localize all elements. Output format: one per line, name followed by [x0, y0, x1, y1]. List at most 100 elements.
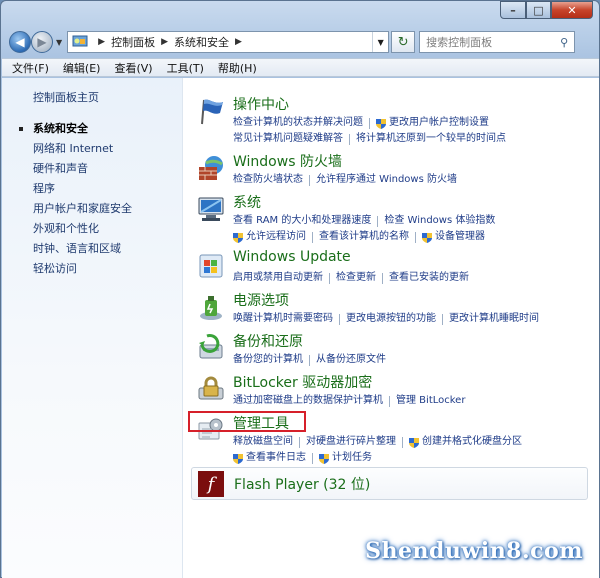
control-panel-icon	[72, 35, 88, 47]
link-sleep-time[interactable]: 更改计算机睡眠时间	[449, 311, 539, 327]
nav-item-hardware-sound[interactable]: 硬件和声音	[33, 159, 132, 179]
link-protect-data[interactable]: 通过加密磁盘上的数据保护计算机	[233, 393, 383, 409]
category-title[interactable]: 电源选项	[233, 290, 289, 310]
search-input[interactable]: 搜索控制面板 ⚲	[419, 31, 576, 53]
left-navigation-pane: 控制面板主页 系统和安全 网络和 Internet 硬件和声音 程序 用户帐户和…	[2, 78, 183, 578]
navigation-bar: ◀ ▶ ▼ ▶ 控制面板 ▶ 系统和安全 ▶ ▼ ↻ 搜索控制面板 ⚲	[7, 29, 595, 55]
link-partition[interactable]: 创建并格式化硬盘分区	[422, 434, 522, 450]
menu-tools[interactable]: 工具(T)	[167, 60, 204, 76]
link-defragment[interactable]: 对硬盘进行碎片整理	[306, 434, 396, 450]
category-title[interactable]: 系统	[233, 192, 261, 212]
nav-item-system-security[interactable]: 系统和安全	[19, 119, 132, 139]
search-placeholder: 搜索控制面板	[426, 36, 493, 49]
flash-icon: f	[198, 471, 224, 497]
link-check-updates[interactable]: 检查更新	[336, 270, 376, 286]
back-button[interactable]: ◀	[9, 31, 31, 53]
link-computer-name[interactable]: 查看该计算机的名称	[319, 229, 409, 245]
link-change-uac[interactable]: 更改用户帐户控制设置	[389, 115, 489, 131]
selected-bullet-icon	[19, 127, 23, 131]
control-panel-window: – □ ✕ ◀ ▶ ▼ ▶ 控制面板 ▶ 系统和安全 ▶ ▼ ↻ 搜索控制面板 …	[0, 0, 600, 578]
address-dropdown-icon[interactable]: ▼	[372, 32, 388, 52]
nav-item-label: 系统和安全	[33, 122, 88, 135]
link-wake-password[interactable]: 唤醒计算机时需要密码	[233, 311, 333, 327]
computer-icon	[198, 197, 224, 221]
category-links: 唤醒计算机时需要密码 更改电源按钮的功能 更改计算机睡眠时间	[233, 311, 539, 327]
uac-shield-icon	[233, 453, 243, 464]
backup-icon	[199, 334, 223, 359]
category-title[interactable]: BitLocker 驱动器加密	[233, 372, 372, 392]
uac-shield-icon	[319, 453, 329, 464]
breadcrumb-separator-icon[interactable]: ▶	[98, 37, 105, 47]
category-links: 通过加密磁盘上的数据保护计算机 管理 BitLocker	[233, 393, 465, 409]
link-manage-bitlocker[interactable]: 管理 BitLocker	[396, 393, 465, 409]
watermark: Shenduwin8.com	[365, 538, 583, 564]
menu-file[interactable]: 文件(F)	[12, 60, 49, 76]
forward-button[interactable]: ▶	[31, 31, 53, 53]
category-title[interactable]: Windows Update	[233, 249, 351, 265]
nav-item-clock-region[interactable]: 时钟、语言和区域	[33, 239, 132, 259]
category-links: 启用或禁用自动更新 检查更新 查看已安装的更新	[233, 270, 469, 286]
power-icon	[200, 296, 222, 320]
content-area: 控制面板主页 系统和安全 网络和 Internet 硬件和声音 程序 用户帐户和…	[2, 78, 599, 578]
category-title[interactable]: 备份和还原	[233, 331, 303, 351]
menu-edit[interactable]: 编辑(E)	[63, 60, 101, 76]
search-icon[interactable]: ⚲	[554, 36, 574, 49]
link-power-button[interactable]: 更改电源按钮的功能	[346, 311, 436, 327]
close-button[interactable]: ✕	[551, 1, 593, 19]
link-installed-updates[interactable]: 查看已安装的更新	[389, 270, 469, 286]
maximize-button[interactable]: □	[526, 1, 551, 19]
uac-shield-icon	[422, 232, 432, 243]
category-title[interactable]: Windows 防火墙	[233, 151, 342, 171]
link-scheduled-tasks[interactable]: 计划任务	[332, 450, 372, 466]
breadcrumb-control-panel[interactable]: 控制面板	[111, 34, 155, 50]
menu-bar: 文件(F) 编辑(E) 查看(V) 工具(T) 帮助(H)	[2, 58, 599, 77]
category-links: 备份您的计算机 从备份还原文件	[233, 352, 386, 368]
bitlocker-icon	[198, 376, 224, 400]
minimize-button[interactable]: –	[500, 1, 526, 19]
nav-item-appearance[interactable]: 外观和个性化	[33, 219, 132, 239]
breadcrumb-system-security[interactable]: 系统和安全	[174, 34, 229, 50]
link-troubleshoot[interactable]: 常见计算机问题疑难解答	[233, 131, 343, 147]
category-links: 释放磁盘空间 对硬盘进行碎片整理 创建并格式化硬盘分区 查看事件日志 计划任务	[233, 434, 522, 466]
category-flash-player[interactable]: f Flash Player (32 位)	[191, 467, 588, 500]
link-firewall-status[interactable]: 检查防火墙状态	[233, 172, 303, 188]
category-links: 检查防火墙状态 允许程序通过 Windows 防火墙	[233, 172, 457, 188]
highlight-box	[188, 411, 306, 432]
category-title[interactable]: 操作中心	[233, 94, 289, 114]
nav-item-user-accounts[interactable]: 用户帐户和家庭安全	[33, 199, 132, 219]
nav-item-ease-of-access[interactable]: 轻松访问	[33, 259, 132, 279]
firewall-icon	[199, 156, 223, 180]
recent-pages-dropdown-icon[interactable]: ▼	[56, 38, 62, 47]
menu-view[interactable]: 查看(V)	[114, 60, 152, 76]
menu-help[interactable]: 帮助(H)	[218, 60, 257, 76]
link-remote-access[interactable]: 允许远程访问	[246, 229, 306, 245]
link-experience-index[interactable]: 检查 Windows 体验指数	[384, 213, 495, 229]
address-bar[interactable]: ▶ 控制面板 ▶ 系统和安全 ▶ ▼	[67, 31, 390, 53]
windows-update-icon	[199, 254, 223, 278]
uac-shield-icon	[376, 118, 386, 129]
link-backup-computer[interactable]: 备份您的计算机	[233, 352, 303, 368]
caption-buttons: – □ ✕	[500, 1, 593, 19]
breadcrumb-separator-icon[interactable]: ▶	[235, 37, 242, 47]
link-event-log[interactable]: 查看事件日志	[246, 450, 306, 466]
link-view-ram[interactable]: 查看 RAM 的大小和处理器速度	[233, 213, 371, 229]
link-restore-files[interactable]: 从备份还原文件	[316, 352, 386, 368]
link-free-disk-space[interactable]: 释放磁盘空间	[233, 434, 293, 450]
uac-shield-icon	[409, 437, 419, 448]
uac-shield-icon	[233, 232, 243, 243]
category-title[interactable]: Flash Player (32 位)	[234, 474, 370, 494]
category-nav: 系统和安全 网络和 Internet 硬件和声音 程序 用户帐户和家庭安全 外观…	[19, 119, 132, 279]
nav-item-programs[interactable]: 程序	[33, 179, 132, 199]
breadcrumb-separator-icon[interactable]: ▶	[161, 37, 168, 47]
link-allow-program[interactable]: 允许程序通过 Windows 防火墙	[316, 172, 457, 188]
control-panel-home-link[interactable]: 控制面板主页	[33, 89, 99, 105]
link-check-status[interactable]: 检查计算机的状态并解决问题	[233, 115, 363, 131]
category-links: 查看 RAM 的大小和处理器速度 检查 Windows 体验指数 允许远程访问 …	[233, 213, 495, 245]
link-auto-update[interactable]: 启用或禁用自动更新	[233, 270, 323, 286]
nav-item-network[interactable]: 网络和 Internet	[33, 139, 132, 159]
link-restore[interactable]: 将计算机还原到一个较早的时间点	[356, 131, 506, 147]
refresh-button[interactable]: ↻	[391, 31, 416, 53]
link-device-manager[interactable]: 设备管理器	[435, 229, 485, 245]
category-links: 检查计算机的状态并解决问题 更改用户帐户控制设置 常见计算机问题疑难解答 将计算…	[233, 115, 506, 147]
category-list: 操作中心 检查计算机的状态并解决问题 更改用户帐户控制设置 常见计算机问题疑难解…	[188, 78, 599, 578]
